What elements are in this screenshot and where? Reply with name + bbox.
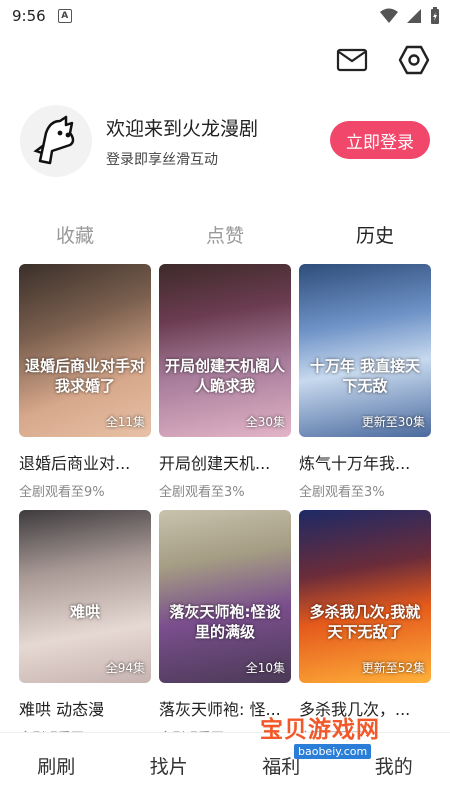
- watch-progress: 全剧观看至9%: [19, 485, 105, 500]
- drama-title[interactable]: 炼气十万年我...: [299, 450, 431, 474]
- nav-shuashua[interactable]: 刷刷: [0, 733, 113, 800]
- tab-likes[interactable]: 点赞: [150, 218, 300, 254]
- cover-text: 落灰天师袍:怪谈里的满级: [169, 603, 281, 641]
- episode-count: 全11集: [105, 415, 145, 429]
- wifi-icon: [380, 8, 398, 23]
- cover-text: 多杀我几次,我就天下无敌了: [309, 603, 421, 641]
- signal-icon: [407, 9, 421, 23]
- cover-text: 难哄: [69, 603, 100, 621]
- avatar[interactable]: [20, 105, 92, 177]
- cover-image[interactable]: 落灰天师袍:怪谈里的满级 全10集: [159, 510, 291, 683]
- drama-card[interactable]: 开局创建天机阁人人跪求我 全30集 开局创建天机... 全剧观看至3%: [159, 264, 291, 500]
- tab-favorites[interactable]: 收藏: [0, 218, 150, 254]
- welcome-subtitle: 登录即享丝滑互动: [106, 151, 218, 168]
- drama-title[interactable]: 开局创建天机...: [159, 450, 291, 474]
- watch-progress: 全剧观看至3%: [299, 485, 385, 500]
- episode-count: 全10集: [245, 661, 285, 675]
- welcome-text: 欢迎来到火龙漫剧: [106, 117, 259, 140]
- watermark: 宝贝游戏网 baobeiy.com: [260, 700, 420, 778]
- episode-count: 更新至52集: [361, 661, 425, 675]
- watch-progress: 全剧观看至3%: [159, 485, 245, 500]
- watermark-url: baobeiy.com: [294, 744, 372, 759]
- nav-find[interactable]: 找片: [113, 733, 226, 800]
- cover-text: 开局创建天机阁人人跪求我: [164, 357, 285, 395]
- episode-count: 全30集: [245, 415, 285, 429]
- header-actions: [334, 42, 432, 78]
- tab-bar: 收藏 点赞 历史: [0, 218, 450, 254]
- notification-badge: A: [57, 9, 72, 23]
- drama-card[interactable]: 难哄 全94集 难哄 动态漫 全剧观看至1%: [19, 510, 151, 746]
- cover-image[interactable]: 十万年 我直接天下无敌 更新至30集: [299, 264, 431, 437]
- drama-card[interactable]: 退婚后商业对手对我求婚了 全11集 退婚后商业对... 全剧观看至9%: [19, 264, 151, 500]
- drama-card[interactable]: 十万年 我直接天下无敌 更新至30集 炼气十万年我... 全剧观看至3%: [299, 264, 431, 500]
- watermark-text: 宝贝游戏网: [260, 717, 380, 743]
- cover-text: 退婚后商业对手对我求婚了: [24, 357, 145, 395]
- tab-history[interactable]: 历史: [300, 218, 450, 254]
- cover-image[interactable]: 难哄 全94集: [19, 510, 151, 683]
- cover-image[interactable]: 退婚后商业对手对我求婚了 全11集: [19, 264, 151, 437]
- settings-icon[interactable]: [396, 42, 432, 78]
- login-button[interactable]: 立即登录: [330, 121, 430, 159]
- cover-image[interactable]: 开局创建天机阁人人跪求我 全30集: [159, 264, 291, 437]
- profile-text: 欢迎来到火龙漫剧 登录即享丝滑互动: [106, 114, 258, 169]
- episode-count: 全94集: [105, 661, 145, 675]
- mail-icon[interactable]: [334, 42, 370, 78]
- episode-count: 更新至30集: [361, 415, 425, 429]
- profile-section: 欢迎来到火龙漫剧 登录即享丝滑互动 立即登录: [20, 103, 430, 179]
- cover-image[interactable]: 多杀我几次,我就天下无敌了 更新至52集: [299, 510, 431, 683]
- battery-icon: [431, 7, 439, 24]
- cover-text: 十万年 我直接天下无敌: [309, 357, 421, 395]
- drama-title[interactable]: 退婚后商业对...: [19, 450, 151, 474]
- status-icons: [380, 7, 440, 25]
- status-time: 9:56: [12, 7, 46, 25]
- drama-title[interactable]: 难哄 动态漫: [19, 696, 151, 720]
- status-bar: 9:56 A: [0, 0, 450, 32]
- dragon-logo-icon: [33, 115, 75, 165]
